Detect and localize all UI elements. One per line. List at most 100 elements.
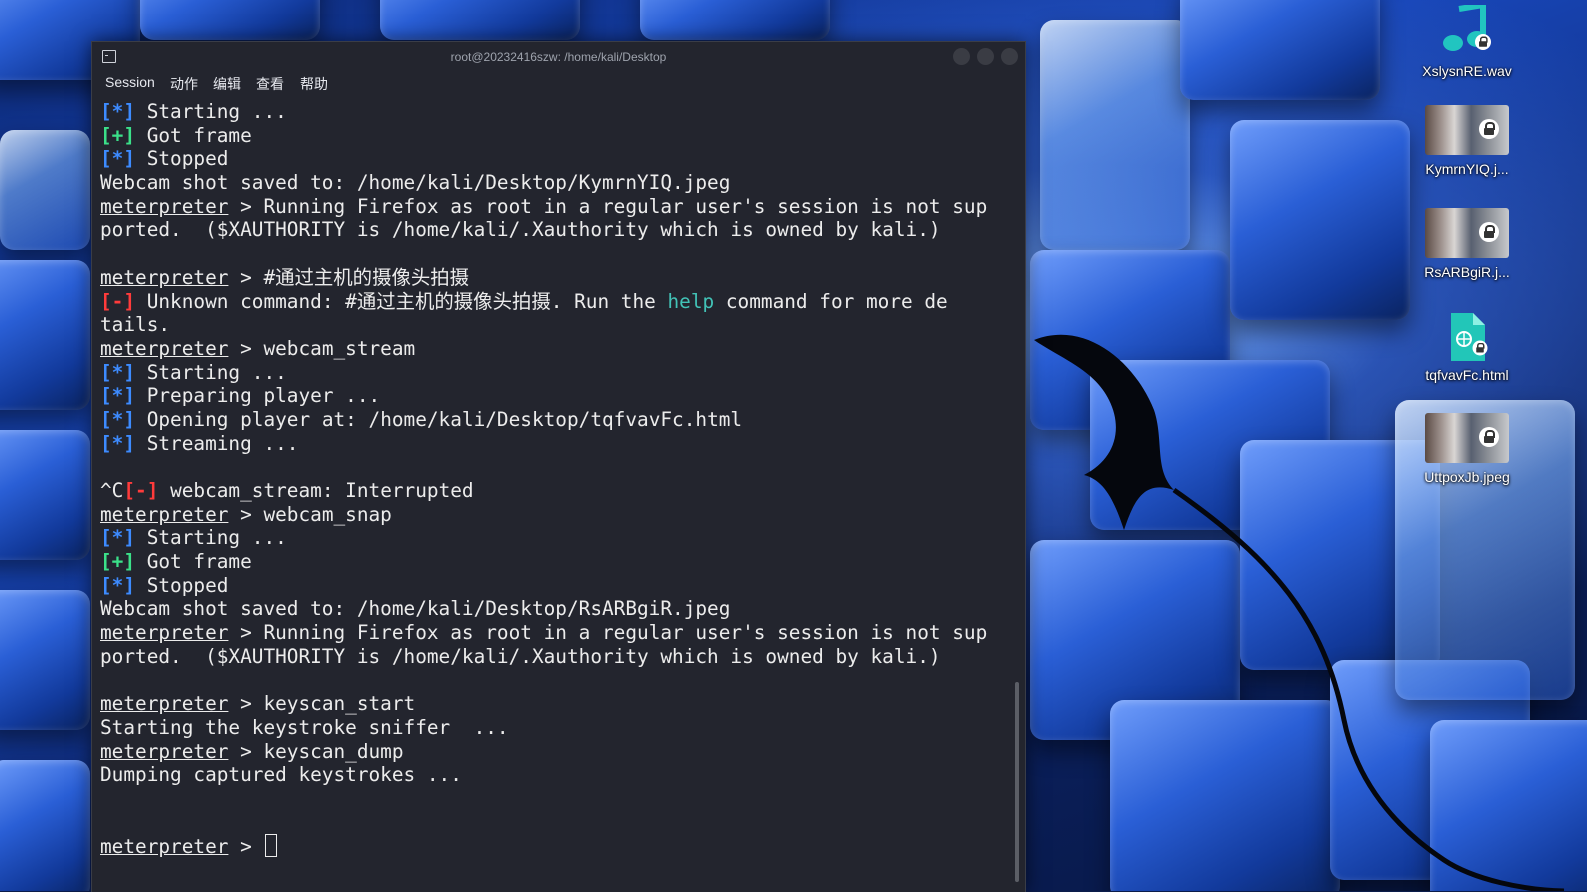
terminal-text: [*] — [100, 526, 136, 550]
terminal-text: Starting ... — [135, 360, 287, 384]
prompt-label: meterpreter — [100, 835, 229, 859]
text-cursor — [265, 834, 278, 858]
terminal-line: meterpreter > — [100, 834, 1011, 858]
terminal-line: meterpreter > Running Firefox as root in… — [100, 621, 1011, 645]
terminal-text: > Running Firefox as root in a regular u… — [228, 621, 988, 645]
prompt-label: meterpreter — [100, 739, 229, 763]
maximize-button[interactable] — [977, 48, 994, 65]
terminal-line: Dumping captured keystrokes ... — [100, 763, 1011, 787]
lock-icon — [1475, 34, 1491, 50]
prompt-label: meterpreter — [100, 336, 229, 360]
terminal-line: [*] Starting ... — [100, 100, 1011, 124]
prompt-label: meterpreter — [100, 621, 229, 645]
terminal-text: help — [667, 289, 715, 313]
terminal-line: meterpreter > keyscan_dump — [100, 740, 1011, 764]
terminal-text: Got frame — [135, 123, 252, 147]
lock-icon — [1479, 427, 1499, 447]
menu-view[interactable]: 查看 — [256, 74, 284, 94]
lock-icon — [1479, 222, 1499, 242]
image-file-icon — [1425, 413, 1509, 463]
terminal-text: Opening player at: /home/kali/Desktop/tq… — [135, 407, 743, 431]
lock-icon — [1479, 119, 1499, 139]
terminal-line: Starting the keystroke sniffer ... — [100, 716, 1011, 740]
desktop-icon-xslysnre[interactable]: XslysnRE.wav — [1411, 1, 1523, 79]
desktop-icon-label: UttpoxJb.jpeg — [1424, 469, 1510, 485]
menu-actions[interactable]: 动作 — [170, 74, 198, 94]
terminal-text: webcam_stream: Interrupted — [158, 479, 474, 502]
terminal-text: Streaming ... — [135, 431, 299, 455]
menu-session[interactable]: Session — [105, 74, 155, 90]
terminal-text: [*] — [100, 147, 136, 171]
terminal-text: [*] — [100, 431, 136, 455]
menu-edit[interactable]: 编辑 — [213, 74, 241, 94]
desktop-icon-tqfvavfc[interactable]: tqfvavFc.html — [1411, 313, 1523, 383]
menu-help[interactable]: 帮助 — [300, 74, 328, 94]
prompt-label: meterpreter — [100, 265, 229, 289]
terminal-line: meterpreter > webcam_stream — [100, 337, 1011, 361]
terminal-line: [*] Stopped — [100, 574, 1011, 598]
terminal-line: [-] Unknown command: #通过主机的摄像头拍摄. Run th… — [100, 290, 1011, 314]
terminal-text: Webcam shot saved to: /home/kali/Desktop… — [100, 171, 731, 195]
terminal-line: meterpreter > Running Firefox as root in… — [100, 195, 1011, 219]
terminal-line: meterpreter > #通过主机的摄像头拍摄 — [100, 266, 1011, 290]
terminal-output[interactable]: [*] Starting ... [+] Got frame [*] Stopped… — [100, 100, 1011, 892]
minimize-button[interactable] — [953, 48, 970, 65]
terminal-line: [*] Streaming ... — [100, 432, 1011, 456]
terminal-window[interactable]: root@20232416szw: /home/kali/Desktop Ses… — [91, 41, 1026, 892]
lock-icon — [1472, 340, 1488, 356]
terminal-text: Got frame — [135, 550, 252, 574]
terminal-line: [*] Opening player at: /home/kali/Deskto… — [100, 408, 1011, 432]
terminal-text: [*] — [100, 407, 136, 431]
terminal-text: [*] — [100, 100, 136, 123]
terminal-text: Webcam shot saved to: /home/kali/Desktop… — [100, 597, 731, 621]
terminal-line: [+] Got frame — [100, 550, 1011, 574]
terminal-text: Starting ... — [135, 526, 287, 550]
window-title: root@20232416szw: /home/kali/Desktop — [450, 50, 667, 64]
terminal-text: [*] — [100, 384, 136, 408]
terminal-text: tails. — [100, 313, 171, 337]
terminal-line: ported. ($XAUTHORITY is /home/kali/.Xaut… — [100, 645, 1011, 669]
terminal-line: [+] Got frame — [100, 124, 1011, 148]
desktop-icon-label: tqfvavFc.html — [1425, 367, 1509, 383]
terminal-text: Dumping captured keystrokes ... — [100, 763, 462, 787]
terminal-line: [*] Preparing player ... — [100, 384, 1011, 408]
terminal-line: tails. — [100, 313, 1011, 337]
terminal-text: > keyscan_dump — [228, 739, 404, 763]
terminal-text: command for more de — [714, 289, 948, 313]
terminal-text: > webcam_snap — [228, 502, 392, 526]
desktop-icon-rsarbgir[interactable]: RsARBgiR.j... — [1411, 208, 1523, 280]
prompt-label: meterpreter — [100, 692, 229, 716]
terminal-text: [-] — [123, 479, 159, 502]
terminal-text: Preparing player ... — [135, 384, 381, 408]
terminal-line: meterpreter > keyscan_start — [100, 692, 1011, 716]
image-file-icon — [1425, 208, 1509, 258]
desktop-icon-kymrnyiq[interactable]: KymrnYIQ.j... — [1411, 105, 1523, 177]
terminal-text: [+] — [100, 123, 136, 147]
terminal-line: Webcam shot saved to: /home/kali/Desktop… — [100, 171, 1011, 195]
terminal-text: Stopped — [135, 147, 229, 171]
terminal-text: Starting the keystroke sniffer ... — [100, 715, 509, 739]
terminal-text: Starting ... — [135, 100, 287, 123]
terminal-text: > — [228, 835, 264, 859]
desktop-icon-label: RsARBgiR.j... — [1424, 264, 1510, 280]
terminal-text: > #通过主机的摄像头拍摄 — [228, 265, 470, 289]
terminal-text: [-] — [100, 289, 136, 313]
desktop-icon-uttpoxjb[interactable]: UttpoxJb.jpeg — [1411, 413, 1523, 485]
terminal-text: Unknown command: #通过主机的摄像头拍摄. Run the — [135, 289, 668, 313]
terminal-text: > webcam_stream — [228, 336, 416, 360]
terminal-line: meterpreter > webcam_snap — [100, 503, 1011, 527]
terminal-text: [*] — [100, 573, 136, 597]
desktop-icon-label: KymrnYIQ.j... — [1425, 161, 1509, 177]
close-button[interactable] — [1001, 48, 1018, 65]
terminal-line: [*] Starting ... — [100, 526, 1011, 550]
terminal-text: Stopped — [135, 573, 229, 597]
title-bar[interactable]: root@20232416szw: /home/kali/Desktop — [92, 42, 1025, 71]
terminal-scrollbar[interactable] — [1015, 682, 1019, 882]
kali-dragon-logo — [1034, 334, 1565, 891]
terminal-line: [*] Starting ... — [100, 361, 1011, 385]
menu-bar: Session 动作 编辑 查看 帮助 — [92, 71, 1025, 96]
terminal-text: ported. ($XAUTHORITY is /home/kali/.Xaut… — [100, 218, 941, 242]
